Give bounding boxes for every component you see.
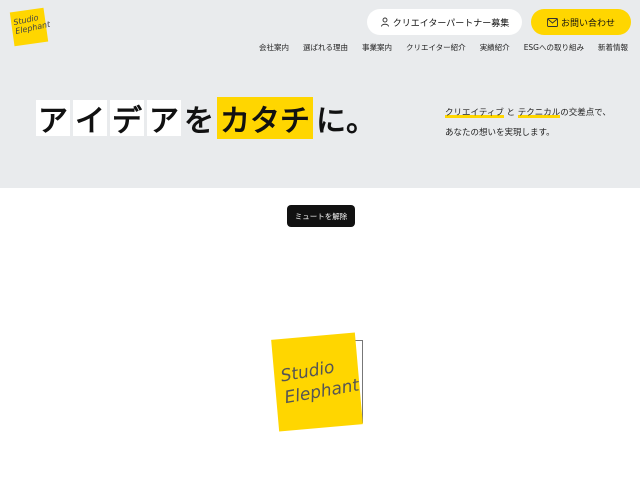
- unmute-label: ミュートを解除: [294, 211, 348, 221]
- creator-partner-label: クリエイターパートナー募集: [392, 18, 510, 29]
- headline-particle: を: [184, 104, 214, 139]
- headline-highlight: カタチ: [217, 97, 313, 139]
- unmute-button[interactable]: ミュートを解除: [287, 205, 355, 227]
- nav-item-creators[interactable]: クリエイター紹介: [406, 42, 466, 53]
- subtext-technical: テクニカル: [517, 108, 561, 118]
- headline-char-2: イ: [73, 100, 107, 139]
- creator-partner-button[interactable]: クリエイターパートナー募集: [367, 9, 522, 35]
- hero-subtext: クリエイティブ と テクニカルの交差点で、 あなたの想いを実現します。: [445, 103, 635, 143]
- mail-icon: [547, 17, 558, 27]
- headline-char-4: ア: [147, 100, 181, 139]
- subtext-and: と: [506, 108, 516, 118]
- hero-headline: ア イ デ ア を カタチ に。: [36, 96, 376, 140]
- headline-ending: に。: [316, 104, 376, 139]
- nav-item-news[interactable]: 新着情報: [598, 42, 628, 53]
- contact-button[interactable]: お問い合わせ: [531, 9, 631, 35]
- headline-char-1: ア: [36, 100, 70, 139]
- subtext-creative: クリエイティブ: [445, 108, 504, 118]
- nav-item-reasons[interactable]: 選ばれる理由: [303, 42, 348, 53]
- subtext-intersection: の交差点で、: [560, 108, 611, 118]
- nav-item-works[interactable]: 実績紹介: [480, 42, 510, 53]
- nav-item-services[interactable]: 事業案内: [362, 42, 392, 53]
- nav-item-company[interactable]: 会社案内: [259, 42, 289, 53]
- headline-char-3: デ: [110, 100, 144, 139]
- user-icon: [380, 17, 389, 27]
- nav-item-esg[interactable]: ESGへの取り組み: [524, 42, 584, 53]
- main-nav: 会社案内 選ばれる理由 事業案内 クリエイター紹介 実績紹介 ESGへの取り組み…: [259, 42, 628, 53]
- hero-section: Studio Elephant クリエイターパートナー募集 お問い合わせ 会社案…: [0, 0, 640, 188]
- subtext-line2: あなたの想いを実現します。: [445, 128, 555, 138]
- contact-label: お問い合わせ: [560, 18, 615, 29]
